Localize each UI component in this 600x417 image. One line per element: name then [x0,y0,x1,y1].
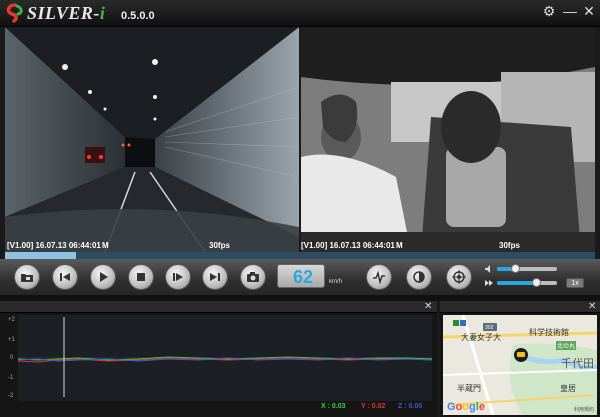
volume-icon [485,265,490,273]
map-label-science-museum: 科学技術館 [529,328,569,337]
control-bar: 62 km/h 1x [0,259,600,295]
playback-speed-slider[interactable] [497,278,557,287]
contrast-icon [413,271,425,283]
map-view[interactable]: 302 科学技術館 大妻女子大 北の丸 千代田 皇居 半蔵門 Google 利用… [443,315,597,415]
stop-icon [137,273,145,281]
g-sensor-graph[interactable] [17,315,433,401]
map-close-icon[interactable]: ✕ [588,301,596,313]
app-logo: SILVER-i [4,2,105,24]
target-icon [452,270,466,284]
g-sensor-header: ✕ [0,301,437,313]
y-tick-label: -2 [8,393,14,399]
y-tick-label: 0 [10,355,14,361]
sensor-graph-button[interactable] [366,264,392,290]
playback-speed-slider-thumb[interactable] [532,278,541,287]
y-tick-label: +2 [8,317,15,323]
settings-button[interactable]: ⚙ [540,2,558,20]
close-button[interactable]: ✕ [580,2,598,20]
front-camera-frame [5,27,299,252]
title-bar: SILVER-i 0.5.0.0 ⚙ — ✕ [0,0,600,27]
cabin-camera-frame [301,27,595,252]
map-label-hanzomon: 半蔵門 [457,384,481,393]
step-forward-button[interactable] [165,264,191,290]
step-forward-icon [173,273,183,281]
play-button[interactable] [90,264,116,290]
speed-value: 62 [293,267,314,287]
cabin-camera-mode: M [396,241,403,250]
brightness-button[interactable] [406,264,432,290]
map-label-otsuma: 大妻女子大 [461,333,501,342]
swirl-logo-icon [6,3,23,23]
volume-slider[interactable] [497,264,557,273]
version-label: 0.5.0.0 [121,10,155,22]
cabin-camera-video[interactable]: [V1.00] 16.07.13 06:44:01 M 30fps [301,27,595,252]
y-tick-label: +1 [8,337,15,343]
front-camera-video[interactable]: [V1.00] 16.07.13 06:44:01 M 30fps [5,27,299,252]
map-header: ✕ [440,301,600,313]
route-number-label: 302 [485,325,494,331]
g-sensor-panel: ✕ +2 +1 0 -1 -2 X : 0.03 Y : 0.02 Z : 0.… [0,301,437,417]
next-file-button[interactable] [202,264,228,290]
g-sensor-traces [17,317,433,397]
skip-back-icon [60,273,70,281]
front-camera-mode: M [102,241,109,250]
y-readout: Y : 0.02 [361,403,386,410]
cabin-camera-fps: 30fps [499,241,520,250]
front-camera-fps: 30fps [209,241,230,250]
map-panel: ✕ 302 科学技術館 大妻女子大 北の丸 千代田 皇居 半蔵門 Google … [440,301,600,417]
snapshot-button[interactable] [240,264,266,290]
volume-slider-thumb[interactable] [511,264,520,273]
sensor-icon [373,270,385,284]
play-icon [100,272,108,282]
playback-speed-slider-fill [497,281,536,285]
map-label-kitanomaru: 北の丸 [556,341,577,350]
previous-file-button[interactable] [52,264,78,290]
stop-button[interactable] [128,264,154,290]
seek-progress [5,252,76,259]
map-terms-link[interactable]: 利用規約 [574,406,594,413]
z-readout: Z : 0.00 [398,403,423,410]
skip-forward-icon [210,273,220,281]
speed-unit: km/h [329,279,343,285]
cabin-camera-timestamp: [V1.00] 16.07.13 06:44:01 [301,241,395,250]
playback-rate-badge: 1x [566,278,584,288]
g-sensor-close-icon[interactable]: ✕ [424,301,432,313]
x-readout: X : 0.03 [321,403,346,410]
logo-text: SILVER-i [27,2,106,23]
front-camera-timestamp: [V1.00] 16.07.13 06:44:01 [7,241,101,250]
folder-icon [21,274,33,282]
minimize-button[interactable]: — [561,2,579,20]
speed-display: 62 [277,264,325,288]
fast-forward-icon [485,280,493,286]
google-logo: Google [447,401,485,413]
map-label-chiyoda: 千代田 [561,358,594,370]
map-label-kokyo: 皇居 [560,384,576,393]
map-target-button[interactable] [446,264,472,290]
camera-icon [247,272,259,282]
seek-bar[interactable] [5,252,595,259]
open-folder-button[interactable] [14,264,40,290]
y-tick-label: -1 [8,375,14,381]
